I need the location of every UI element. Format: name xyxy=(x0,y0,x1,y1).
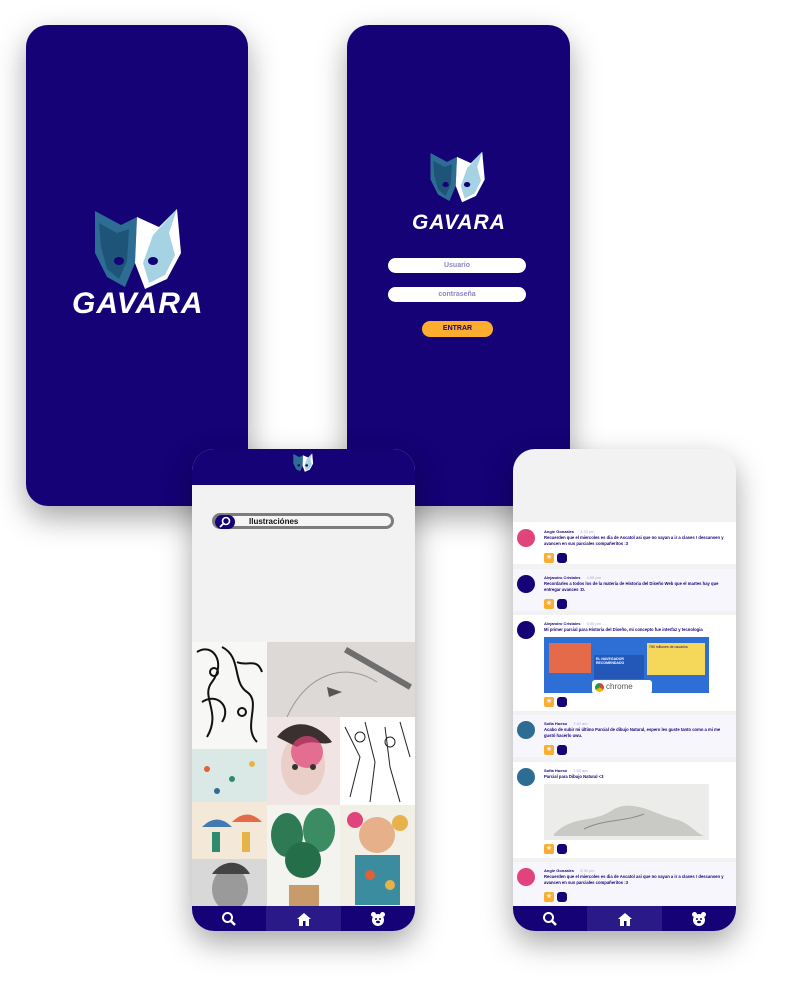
post-text: Recordarles a todos los de la materia de… xyxy=(544,581,719,592)
search-input[interactable]: Ilustraciónes xyxy=(212,513,394,529)
post-text: Mi primer parcial para Historia del Dise… xyxy=(544,627,703,632)
post-time: 7:55 am xyxy=(573,768,588,773)
illustration-tile[interactable] xyxy=(192,859,267,907)
comment-icon[interactable] xyxy=(557,599,567,609)
post-author: Sofia Hueso xyxy=(544,768,568,773)
illustration-tile[interactable] xyxy=(267,642,415,717)
login-screen: GAVARA Usuario contraseña ENTRAR xyxy=(347,25,570,506)
enter-button[interactable]: ENTRAR xyxy=(422,321,493,337)
splash-screen: GAVARA xyxy=(26,25,248,506)
comment-icon[interactable] xyxy=(557,892,567,902)
star-icon[interactable]: ★ xyxy=(544,697,554,707)
home-icon xyxy=(617,912,632,926)
post-text: Acabo de subir mi último Parcial de dibu… xyxy=(544,727,721,738)
comment-icon[interactable] xyxy=(557,553,567,563)
avatar-bear-icon xyxy=(517,868,535,886)
illustration-tile[interactable] xyxy=(192,802,267,859)
post-image[interactable]: EL NAVEGADOR RECOMENDADO 750 millones de… xyxy=(544,637,709,693)
post-author: Alejandro Cristales xyxy=(544,621,581,626)
post-time: 7:42 am xyxy=(573,721,588,726)
avatar-bear-icon xyxy=(517,621,535,639)
star-icon[interactable]: ★ xyxy=(544,745,554,755)
avatar-bear-icon xyxy=(517,721,535,739)
home-icon xyxy=(296,912,311,926)
post-author: Sofia Hueso xyxy=(544,721,568,726)
nav-home[interactable] xyxy=(587,906,662,931)
nav-home[interactable] xyxy=(266,906,341,931)
nav-search[interactable] xyxy=(192,906,266,931)
illustration-tile[interactable] xyxy=(192,749,267,802)
illustration-tile[interactable] xyxy=(192,642,267,749)
post-image[interactable] xyxy=(544,784,709,840)
star-icon[interactable]: ★ xyxy=(544,553,554,563)
star-icon[interactable]: ★ xyxy=(544,844,554,854)
profile-bear-icon xyxy=(371,911,385,926)
nav-search[interactable] xyxy=(513,906,587,931)
star-icon[interactable]: ★ xyxy=(544,892,554,902)
gallery-screen: Ilustraciónes xyxy=(192,449,415,931)
post-time: 5:00 pm xyxy=(586,621,601,626)
search-icon xyxy=(215,515,235,529)
avatar-bear-icon xyxy=(517,575,535,593)
post-author: Angie Gonzales xyxy=(544,529,575,534)
nav-profile[interactable] xyxy=(341,906,415,931)
avatar-bear-icon xyxy=(517,768,535,786)
password-field[interactable]: contraseña xyxy=(388,287,526,302)
search-icon xyxy=(222,911,236,926)
profile-bear-icon xyxy=(692,911,706,926)
comment-icon[interactable] xyxy=(557,697,567,707)
post-text: Recuerden que el miercoles es dia de Asc… xyxy=(544,874,724,885)
illustration-tile[interactable] xyxy=(267,717,340,805)
post-author: Alejandro Cristales xyxy=(544,575,581,580)
search-icon xyxy=(543,911,557,926)
post-time: 3:30 pm xyxy=(580,529,595,534)
feed-screen: Angie Gonzales 3:30 pm Recuerden que el m… xyxy=(513,449,736,931)
brand-wordmark: GAVARA xyxy=(72,287,204,320)
image-caption: 750 millones de usuarios xyxy=(647,643,705,675)
username-field[interactable]: Usuario xyxy=(388,258,526,273)
star-icon[interactable]: ★ xyxy=(544,599,554,609)
comment-icon[interactable] xyxy=(557,745,567,755)
bottom-nav xyxy=(513,906,736,931)
post-time: 3:30 pm xyxy=(580,868,595,873)
bottom-nav xyxy=(192,906,415,931)
post-text: Parcial para Dibujo Natural <3 xyxy=(544,774,604,779)
brand-wordmark: GAVARA xyxy=(412,211,506,234)
post-text: Recuerden que el miercoles es dia de Asc… xyxy=(544,535,724,546)
search-value: Ilustraciónes xyxy=(249,517,299,526)
illustration-tile[interactable] xyxy=(267,805,340,907)
post-author: Angie Gonzales xyxy=(544,868,575,873)
gavara-logo-icon xyxy=(293,453,314,472)
nav-profile[interactable] xyxy=(662,906,736,931)
avatar-bear-icon xyxy=(517,529,535,547)
illustration-tile[interactable] xyxy=(340,805,415,907)
top-bar xyxy=(192,449,415,485)
image-caption: EL NAVEGADOR RECOMENDADO xyxy=(594,655,644,679)
post-time: 4:00 pm xyxy=(586,575,601,580)
illustration-tile[interactable] xyxy=(340,717,415,805)
comment-icon[interactable] xyxy=(557,844,567,854)
